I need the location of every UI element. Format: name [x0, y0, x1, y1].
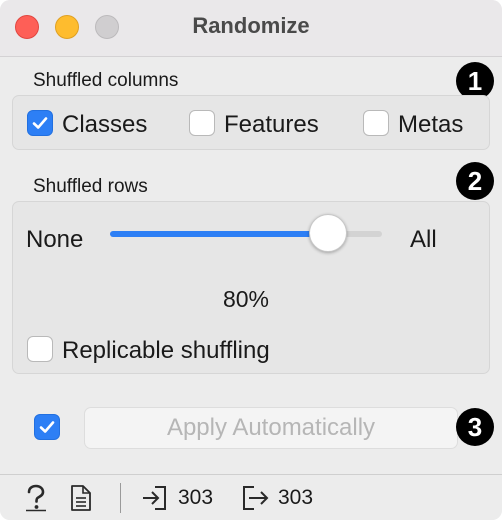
window-title: Randomize — [192, 13, 310, 38]
replicable-shuffling-label[interactable]: Replicable shuffling — [62, 337, 270, 365]
help-icon[interactable] — [24, 484, 48, 517]
metas-checkbox[interactable] — [363, 110, 389, 136]
replicable-shuffling-checkbox[interactable] — [27, 336, 53, 362]
checkmark-icon — [39, 421, 55, 433]
input-data-icon — [141, 485, 169, 516]
slider-max-label: All — [410, 226, 437, 253]
metas-label[interactable]: Metas — [398, 111, 463, 139]
features-checkbox[interactable] — [189, 110, 215, 136]
report-document-icon[interactable] — [70, 484, 92, 517]
randomize-window: Randomize Shuffled columns 1 Classes Fea… — [0, 0, 502, 520]
checkmark-icon — [32, 117, 48, 129]
output-data-icon — [240, 485, 270, 516]
output-count: 303 — [278, 486, 314, 509]
shuffled-columns-box: Classes Features Metas — [12, 95, 490, 150]
features-label[interactable]: Features — [224, 111, 319, 139]
auto-apply-checkbox[interactable] — [34, 414, 60, 440]
slider-min-label: None — [26, 226, 84, 253]
rows-slider-fill — [110, 231, 328, 237]
shuffled-rows-label: Shuffled rows — [33, 176, 148, 197]
callout-badge-2: 2 — [456, 162, 494, 200]
status-divider — [120, 483, 121, 513]
classes-checkbox[interactable] — [27, 110, 53, 136]
slider-value-text: 80% — [222, 286, 270, 312]
apply-automatically-button[interactable]: Apply Automatically — [84, 407, 458, 449]
rows-slider-handle[interactable] — [308, 214, 347, 252]
status-bar: 303 303 — [0, 474, 502, 520]
callout-badge-3: 3 — [456, 408, 494, 446]
shuffled-columns-label: Shuffled columns — [33, 70, 179, 91]
input-count: 303 — [178, 486, 214, 509]
title-bar: Randomize — [0, 0, 502, 57]
classes-label[interactable]: Classes — [62, 111, 147, 139]
